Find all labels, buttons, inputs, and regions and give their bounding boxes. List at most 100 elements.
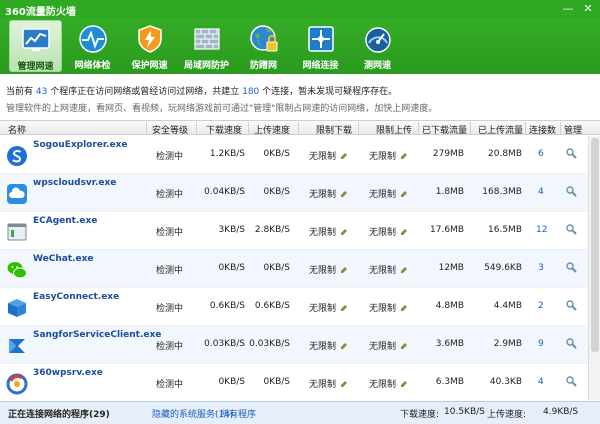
tool-protect-speed[interactable]: 保护网速 — [123, 20, 176, 72]
tab-all-programs[interactable]: 所有程序 — [220, 407, 256, 420]
connections-link[interactable]: 4 — [538, 187, 544, 197]
connections-link[interactable]: 12 — [536, 225, 547, 235]
edit-icon[interactable] — [400, 152, 408, 160]
col-downloaded[interactable]: 已下载流量 — [422, 123, 467, 136]
uploaded-total: 2.9MB — [493, 339, 522, 349]
360-icon — [6, 373, 28, 395]
upload-speed: 2.8KB/S — [254, 225, 290, 235]
table-row[interactable]: SangforServiceClient.exe 检测中 0.03KB/S 0.… — [0, 326, 588, 364]
tab-connecting-programs[interactable]: 正在连接网络的程序(29) — [8, 407, 110, 420]
limit-upload[interactable]: 无限制 — [369, 377, 408, 390]
downloaded-total: 1.8MB — [435, 187, 464, 197]
limit-download[interactable]: 无限制 — [309, 225, 348, 238]
connections-link[interactable]: 3 — [538, 263, 544, 273]
col-limit-upload[interactable]: 限制上传 — [376, 123, 412, 136]
col-connections[interactable]: 连接数 — [529, 123, 556, 136]
col-security[interactable]: 安全等级 — [152, 123, 188, 136]
limit-download[interactable]: 无限制 — [309, 377, 348, 390]
edit-icon[interactable] — [340, 190, 348, 198]
limit-upload[interactable]: 无限制 — [369, 301, 408, 314]
table-row[interactable]: WeChat.exe 检测中 0KB/S 0KB/S 无限制 无限制 12MB … — [0, 250, 588, 288]
limit-download[interactable]: 无限制 — [309, 301, 348, 314]
edit-icon[interactable] — [400, 304, 408, 312]
magnifier-icon[interactable] — [566, 338, 577, 349]
connection-count: 180 — [242, 87, 260, 97]
speedometer-icon — [364, 27, 391, 53]
col-download-speed[interactable]: 下载速度 — [206, 123, 242, 136]
process-name: EasyConnect.exe — [33, 292, 120, 302]
limit-download[interactable]: 无限制 — [309, 149, 348, 162]
magnifier-icon[interactable] — [566, 186, 577, 197]
limit-upload[interactable]: 无限制 — [369, 187, 408, 200]
tool-anti-leech[interactable]: 防蹭网 — [237, 20, 290, 72]
magnifier-icon[interactable] — [566, 376, 577, 387]
tool-network-check[interactable]: 网络体检 — [66, 20, 119, 72]
limit-download-value: 无限制 — [309, 342, 337, 352]
table-row[interactable]: ECAgent.exe 检测中 3KB/S 2.8KB/S 无限制 无限制 17… — [0, 212, 588, 250]
sangfor-icon — [9, 339, 25, 353]
uploaded-total: 20.8MB — [488, 149, 522, 159]
downloaded-total: 6.3MB — [435, 377, 464, 387]
magnifier-icon[interactable] — [566, 300, 577, 311]
table-row[interactable]: SogouExplorer.exe 检测中 1.2KB/S 0KB/S 无限制 … — [0, 136, 588, 174]
magnifier-icon[interactable] — [566, 148, 577, 159]
upload-speed: 0KB/S — [263, 149, 290, 159]
edit-icon[interactable] — [340, 266, 348, 274]
limit-upload[interactable]: 无限制 — [369, 149, 408, 162]
edit-icon[interactable] — [400, 342, 408, 350]
edit-icon[interactable] — [400, 228, 408, 236]
limit-download[interactable]: 无限制 — [309, 339, 348, 352]
wechat-icon — [7, 262, 27, 279]
col-limit-download[interactable]: 限制下载 — [316, 123, 352, 136]
uploaded-total: 4.4MB — [493, 301, 522, 311]
tool-manage-speed[interactable]: 管理网速 — [9, 20, 62, 72]
limit-download[interactable]: 无限制 — [309, 187, 348, 200]
tool-lan-protect[interactable]: 局域网防护 — [180, 20, 233, 72]
connections-link[interactable]: 2 — [538, 301, 544, 311]
col-uploaded[interactable]: 已上传流量 — [478, 123, 523, 136]
magnifier-icon[interactable] — [566, 224, 577, 235]
limit-upload[interactable]: 无限制 — [369, 263, 408, 276]
edit-icon[interactable] — [340, 342, 348, 350]
edit-icon[interactable] — [340, 228, 348, 236]
tool-network-connection[interactable]: 网络连接 — [294, 20, 347, 72]
connections-link[interactable]: 4 — [538, 377, 544, 387]
limit-upload[interactable]: 无限制 — [369, 339, 408, 352]
limit-download-value: 无限制 — [309, 304, 337, 314]
limit-download[interactable]: 无限制 — [309, 263, 348, 276]
col-name[interactable]: 名称 — [8, 123, 26, 136]
edit-icon[interactable] — [340, 304, 348, 312]
col-upload-speed[interactable]: 上传速度 — [254, 123, 290, 136]
edit-icon[interactable] — [340, 152, 348, 160]
downloaded-total: 3.6MB — [435, 339, 464, 349]
edit-icon[interactable] — [400, 266, 408, 274]
table-row[interactable]: 360wpsrv.exe 检测中 0KB/S 0KB/S 无限制 无限制 6.3… — [0, 364, 588, 400]
limit-upload-value: 无限制 — [369, 304, 397, 314]
program-count: 43 — [35, 87, 48, 97]
limit-upload[interactable]: 无限制 — [369, 225, 408, 238]
magnifier-icon[interactable] — [566, 262, 577, 273]
close-button[interactable]: ✕ — [580, 2, 596, 15]
uploaded-total: 549.6KB — [484, 263, 522, 273]
downloaded-total: 17.6MB — [430, 225, 464, 235]
minimize-button[interactable]: — — [560, 2, 576, 15]
vertical-scrollbar[interactable] — [588, 136, 600, 400]
summary-suffix: 个连接，暂未发现可疑程序存在。 — [262, 87, 398, 97]
scrollbar-thumb[interactable] — [591, 138, 599, 352]
table-row[interactable]: EasyConnect.exe 检测中 0.6KB/S 0.6KB/S 无限制 … — [0, 288, 588, 326]
process-name: WeChat.exe — [33, 254, 94, 264]
tool-label: 网络体检 — [74, 61, 111, 71]
connections-link[interactable]: 6 — [538, 149, 544, 159]
downloaded-total: 4.8MB — [435, 301, 464, 311]
summary-hint: 管理软件的上网速度，看网页、看视频，玩网络游戏前可通过"管理"限制占网速的访问网… — [6, 104, 438, 114]
downloaded-total: 279MB — [432, 149, 464, 159]
security-level: 检测中 — [156, 266, 184, 276]
edit-icon[interactable] — [400, 190, 408, 198]
edit-icon[interactable] — [400, 380, 408, 388]
tool-speed-test[interactable]: 测网速 — [351, 20, 404, 72]
download-speed: 3KB/S — [218, 225, 245, 235]
tool-label: 网络连接 — [302, 61, 339, 71]
connections-link[interactable]: 9 — [538, 339, 544, 349]
edit-icon[interactable] — [340, 380, 348, 388]
table-row[interactable]: wpscloudsvr.exe 检测中 0.04KB/S 0KB/S 无限制 无… — [0, 174, 588, 212]
